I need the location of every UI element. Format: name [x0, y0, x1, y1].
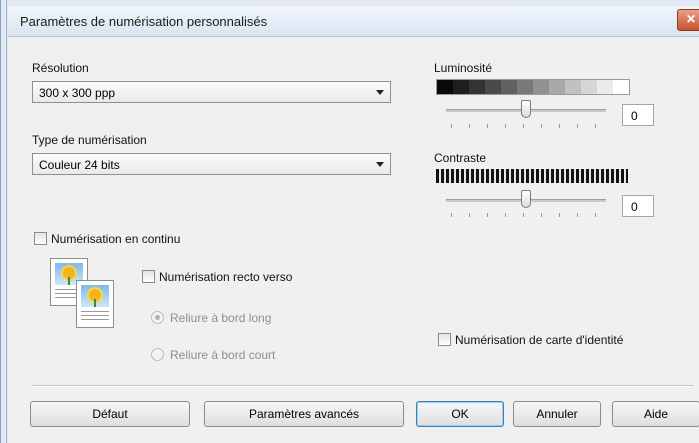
- contrast-scale: [436, 169, 628, 183]
- short-edge-radio[interactable]: [151, 348, 164, 361]
- dialog-body: Résolution 300 x 300 ppp Type de numéris…: [8, 37, 699, 443]
- contrast-value: 0: [631, 200, 638, 214]
- scan-type-value: Couleur 24 bits: [39, 158, 120, 172]
- advanced-settings-button[interactable]: Paramètres avancés: [204, 401, 404, 427]
- title-bar: Paramètres de numérisation personnalisés…: [8, 6, 699, 37]
- cancel-button[interactable]: Annuler: [513, 401, 601, 427]
- brightness-swatch: [533, 80, 549, 94]
- brightness-label: Luminosité: [434, 61, 493, 75]
- brightness-swatch: [437, 80, 453, 94]
- id-card-scan-label[interactable]: Numérisation de carte d'identité: [455, 333, 623, 347]
- brightness-swatch: [581, 80, 597, 94]
- resolution-select[interactable]: 300 x 300 ppp: [32, 81, 391, 103]
- separator: [32, 385, 694, 387]
- brightness-slider-thumb[interactable]: [521, 100, 531, 118]
- resolution-value: 300 x 300 ppp: [39, 86, 116, 100]
- scan-type-label: Type de numérisation: [32, 133, 147, 147]
- contrast-ticks: [451, 213, 601, 217]
- contrast-slider-thumb[interactable]: [521, 190, 531, 208]
- brightness-ticks: [451, 124, 601, 128]
- default-button[interactable]: Défaut: [30, 401, 190, 427]
- close-button[interactable]: ✕: [677, 9, 699, 31]
- brightness-swatch: [517, 80, 533, 94]
- brightness-swatch: [565, 80, 581, 94]
- contrast-value-field[interactable]: 0: [622, 195, 654, 217]
- scan-type-select[interactable]: Couleur 24 bits: [32, 153, 391, 175]
- help-button[interactable]: Aide: [612, 401, 699, 427]
- duplex-scan-label[interactable]: Numérisation recto verso: [159, 270, 292, 284]
- brightness-swatch: [597, 80, 613, 94]
- continuous-scan-checkbox[interactable]: [34, 232, 47, 245]
- brightness-swatch: [469, 80, 485, 94]
- brightness-swatch: [613, 80, 629, 94]
- short-edge-label[interactable]: Reliure à bord court: [170, 348, 275, 362]
- brightness-value: 0: [631, 109, 638, 123]
- brightness-swatch: [501, 80, 517, 94]
- ok-button[interactable]: OK: [416, 401, 504, 427]
- chevron-down-icon: [376, 90, 384, 95]
- long-edge-label[interactable]: Reliure à bord long: [170, 311, 271, 325]
- brightness-swatch: [549, 80, 565, 94]
- continuous-scan-label[interactable]: Numérisation en continu: [51, 232, 180, 246]
- close-icon: ✕: [685, 12, 697, 26]
- id-card-scan-checkbox[interactable]: [438, 333, 451, 346]
- brightness-swatch: [485, 80, 501, 94]
- chevron-down-icon: [376, 162, 384, 167]
- brightness-swatch: [453, 80, 469, 94]
- contrast-label: Contraste: [434, 151, 487, 165]
- brightness-value-field[interactable]: 0: [622, 104, 654, 126]
- brightness-scale: [436, 79, 630, 95]
- resolution-label: Résolution: [32, 61, 89, 75]
- document-back-icon: [76, 280, 114, 328]
- window-title: Paramètres de numérisation personnalisés: [20, 14, 268, 29]
- frame-border: [6, 0, 7, 443]
- duplex-scan-checkbox[interactable]: [142, 270, 155, 283]
- long-edge-radio[interactable]: [151, 311, 164, 324]
